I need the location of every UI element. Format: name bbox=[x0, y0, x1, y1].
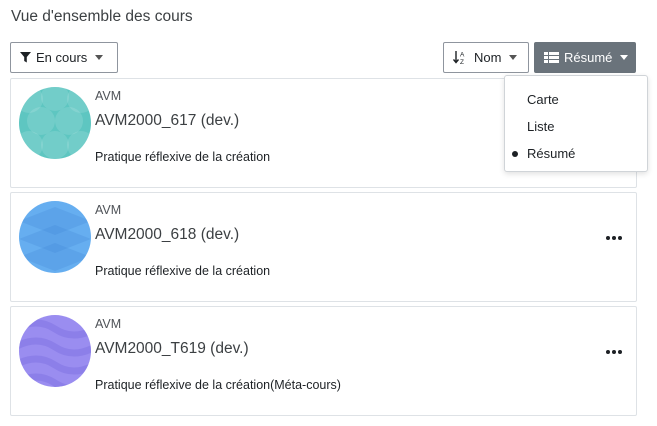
menu-item-card[interactable]: Carte bbox=[527, 92, 559, 107]
course-category: AVM bbox=[95, 317, 122, 331]
view-mode-button[interactable]: Résumé bbox=[534, 42, 636, 73]
course-card[interactable]: AVM AVM2000_T619 (dev.) Pratique réflexi… bbox=[10, 306, 637, 416]
svg-text:Z: Z bbox=[460, 59, 464, 65]
ellipsis-icon bbox=[606, 236, 610, 240]
view-mode-label: Résumé bbox=[564, 50, 613, 65]
filter-label: En cours bbox=[36, 50, 88, 65]
course-card[interactable]: AVM AVM2000_618 (dev.) Pratique réflexiv… bbox=[10, 192, 637, 302]
caret-down-icon bbox=[95, 55, 104, 60]
course-name-link[interactable]: AVM2000_T619 (dev.) bbox=[95, 340, 249, 358]
ellipsis-icon bbox=[606, 350, 610, 354]
course-category: AVM bbox=[95, 203, 122, 217]
course-image bbox=[19, 201, 91, 273]
ellipsis-icon bbox=[612, 236, 616, 240]
filter-button[interactable]: En cours bbox=[10, 42, 118, 73]
menu-item-list[interactable]: Liste bbox=[527, 119, 554, 134]
ellipsis-icon bbox=[618, 236, 622, 240]
course-summary: Pratique réflexive de la création bbox=[95, 150, 271, 164]
course-summary: Pratique réflexive de la création bbox=[95, 264, 271, 278]
ellipsis-icon bbox=[612, 350, 616, 354]
course-image bbox=[19, 315, 91, 387]
menu-item-summary[interactable]: Résumé bbox=[527, 146, 575, 161]
svg-text:A: A bbox=[460, 52, 465, 59]
ellipsis-icon bbox=[618, 350, 622, 354]
sort-button[interactable]: A Z Nom bbox=[443, 42, 529, 73]
view-mode-menu: Carte Liste Résumé bbox=[504, 75, 648, 172]
course-image bbox=[19, 87, 91, 159]
caret-down-icon bbox=[620, 55, 629, 60]
caret-down-icon bbox=[509, 55, 518, 60]
course-overview-block: Vue d'ensemble des cours En cours A Z No… bbox=[0, 0, 657, 426]
course-summary: Pratique réflexive de la création(Méta-c… bbox=[95, 378, 341, 392]
filter-icon bbox=[20, 52, 31, 63]
course-actions-button[interactable] bbox=[606, 233, 622, 243]
course-actions-button[interactable] bbox=[606, 347, 622, 357]
course-name-link[interactable]: AVM2000_617 (dev.) bbox=[95, 112, 239, 130]
sort-alpha-icon: A Z bbox=[453, 50, 469, 65]
page-title: Vue d'ensemble des cours bbox=[11, 8, 193, 25]
course-name-link[interactable]: AVM2000_618 (dev.) bbox=[95, 226, 239, 244]
grid-icon bbox=[544, 52, 559, 63]
course-category: AVM bbox=[95, 89, 122, 103]
sort-label: Nom bbox=[474, 50, 502, 65]
selected-bullet-icon bbox=[512, 151, 518, 157]
